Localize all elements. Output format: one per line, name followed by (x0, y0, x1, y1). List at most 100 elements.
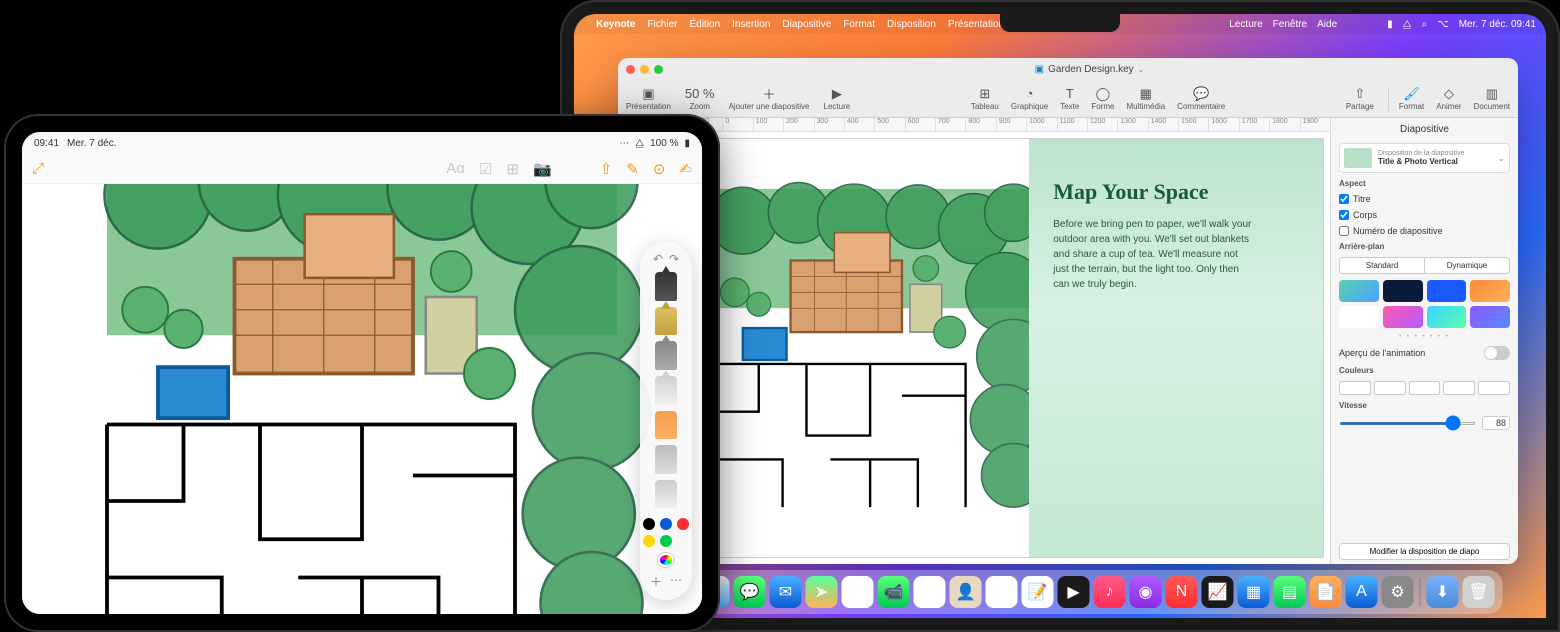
menu-diapositive[interactable]: Diapositive (782, 19, 831, 30)
add-slide-button[interactable]: ＋Ajouter une diapositive (729, 87, 810, 111)
menu-insertion[interactable]: Insertion (732, 19, 770, 30)
background-swatch[interactable] (1339, 280, 1379, 302)
check-slide-number[interactable]: Numéro de diapositive (1339, 226, 1510, 236)
collapse-icon[interactable]: ⤢ (32, 160, 44, 177)
minimize-button[interactable] (640, 65, 649, 74)
camera-icon[interactable]: 📷 (533, 160, 552, 178)
more-button[interactable]: ⋯ (670, 573, 682, 590)
dock-stocks[interactable]: 📈 (1202, 576, 1234, 608)
slide[interactable]: Map Your Space Before we bring pen to pa… (710, 138, 1324, 558)
control-center-icon[interactable]: ⌥ (1437, 19, 1449, 30)
pen-tool[interactable] (655, 272, 677, 301)
pencil-tool[interactable] (655, 341, 677, 370)
close-button[interactable] (626, 65, 635, 74)
layout-picker[interactable]: Disposition de la diapositive Title & Ph… (1339, 143, 1510, 173)
menu-fenetre[interactable]: Fenêtre (1273, 19, 1307, 30)
background-swatch[interactable] (1427, 306, 1467, 328)
inspector-tab[interactable]: Diapositive (1339, 122, 1510, 137)
document-button[interactable]: ▥Document (1474, 87, 1510, 111)
menu-presentation[interactable]: Présentation (948, 19, 1004, 30)
dock-podcasts[interactable]: ◉ (1130, 576, 1162, 608)
ruler-tool[interactable] (655, 480, 677, 509)
slide-body[interactable]: Before we bring pen to paper, we'll walk… (1053, 217, 1253, 292)
menubar-clock[interactable]: Mer. 7 déc. 09:41 (1459, 19, 1536, 30)
speed-slider[interactable] (1339, 422, 1476, 425)
menu-edition[interactable]: Édition (689, 19, 720, 30)
dock-messages[interactable]: 💬 (734, 576, 766, 608)
menu-lecture[interactable]: Lecture (1229, 19, 1262, 30)
compose-icon[interactable]: ✍︎ (679, 160, 692, 178)
menu-aide[interactable]: Aide (1317, 19, 1337, 30)
text-button[interactable]: TTexte (1060, 87, 1079, 111)
background-segment[interactable]: Standard Dynamique (1339, 257, 1510, 274)
search-icon[interactable]: ⌕ (1422, 19, 1428, 30)
zoom-button[interactable] (654, 65, 663, 74)
background-swatch[interactable] (1383, 306, 1423, 328)
dock-calendar[interactable]: 7 (914, 576, 946, 608)
battery-icon[interactable]: ▮ (1387, 19, 1393, 30)
more-icon[interactable]: ⊙ (653, 160, 666, 178)
markup-color[interactable] (660, 518, 672, 530)
notes-canvas[interactable]: ↶ ↷ ＋ ⋯ (22, 184, 702, 614)
dock-keynote[interactable]: ▦ (1238, 576, 1270, 608)
slide-image[interactable] (711, 139, 1029, 557)
anim-preview-toggle[interactable] (1484, 346, 1510, 360)
comment-button[interactable]: 💬Commentaire (1177, 87, 1225, 111)
add-button[interactable]: ＋ (650, 573, 662, 590)
undo-button[interactable]: ↶ (653, 252, 663, 266)
eraser-tool[interactable] (655, 376, 677, 405)
dock-reminders[interactable]: ☑ (986, 576, 1018, 608)
background-swatch[interactable] (1383, 280, 1423, 302)
chart-button[interactable]: ◔Graphique (1011, 87, 1048, 111)
background-swatch[interactable] (1339, 306, 1379, 328)
menubar-app[interactable]: Keynote (596, 19, 635, 30)
check-title[interactable]: Titre (1339, 194, 1510, 204)
format-button[interactable]: 🖌Format (1399, 87, 1424, 111)
chevron-down-icon[interactable]: ⌄ (1138, 65, 1145, 74)
dock-news[interactable]: N (1166, 576, 1198, 608)
lasso-tool[interactable] (655, 445, 677, 474)
share-button[interactable]: ⇧Partage (1346, 87, 1374, 111)
view-button[interactable]: ▣Présentation (626, 87, 671, 111)
markup-color[interactable] (643, 535, 655, 547)
check-body[interactable]: Corps (1339, 210, 1510, 220)
dock-contacts[interactable]: 👤 (950, 576, 982, 608)
dock-facetime[interactable]: 📹 (878, 576, 910, 608)
dock-downloads[interactable]: ⬇ (1427, 576, 1459, 608)
share-icon[interactable]: ⇧ (600, 160, 613, 178)
zoom-dropdown[interactable]: 50 %Zoom (685, 87, 715, 111)
background-swatch[interactable] (1427, 280, 1467, 302)
menu-format[interactable]: Format (843, 19, 875, 30)
background-swatch[interactable] (1470, 306, 1510, 328)
shape-button[interactable]: ◯Forme (1091, 87, 1114, 111)
dock-settings[interactable]: ⚙ (1382, 576, 1414, 608)
slide-heading[interactable]: Map Your Space (1053, 179, 1299, 205)
redo-button[interactable]: ↷ (669, 252, 679, 266)
dock-notes[interactable]: 📝 (1022, 576, 1054, 608)
menu-fichier[interactable]: Fichier (647, 19, 677, 30)
table-icon[interactable]: ⊞ (506, 160, 519, 178)
dock-numbers[interactable]: ▤ (1274, 576, 1306, 608)
marker-tool[interactable] (655, 307, 677, 336)
markup-color[interactable] (643, 518, 655, 530)
window-title[interactable]: Garden Design.key (1048, 64, 1134, 75)
table-button[interactable]: ⊞Tableau (971, 87, 999, 111)
markup-palette[interactable]: ↶ ↷ ＋ ⋯ (640, 242, 692, 600)
markup-color[interactable] (677, 518, 689, 530)
dock-pages[interactable]: 📄 (1310, 576, 1342, 608)
dock-mail[interactable]: ✉ (770, 576, 802, 608)
text-style-icon[interactable]: Aα (446, 160, 465, 178)
edit-layout-button[interactable]: Modifier la disposition de diapo (1339, 543, 1510, 560)
dock-music[interactable]: ♪ (1094, 576, 1126, 608)
play-button[interactable]: ▶Lecture (824, 87, 851, 111)
wifi-icon[interactable]: ⧋ (1403, 19, 1412, 30)
background-swatch[interactable] (1470, 280, 1510, 302)
color-wells[interactable] (1339, 381, 1510, 395)
markup-icon[interactable]: ✎ (626, 160, 639, 178)
slide-canvas[interactable]: -100010020030040050060070080090010001100… (692, 118, 1330, 564)
dock-tv[interactable]: ▶ (1058, 576, 1090, 608)
animate-button[interactable]: ◇Animer (1436, 87, 1461, 111)
markup-color[interactable] (660, 535, 672, 547)
page-dots[interactable]: • • • • • • • (1339, 334, 1510, 340)
dock-trash[interactable]: 🗑 (1463, 576, 1495, 608)
